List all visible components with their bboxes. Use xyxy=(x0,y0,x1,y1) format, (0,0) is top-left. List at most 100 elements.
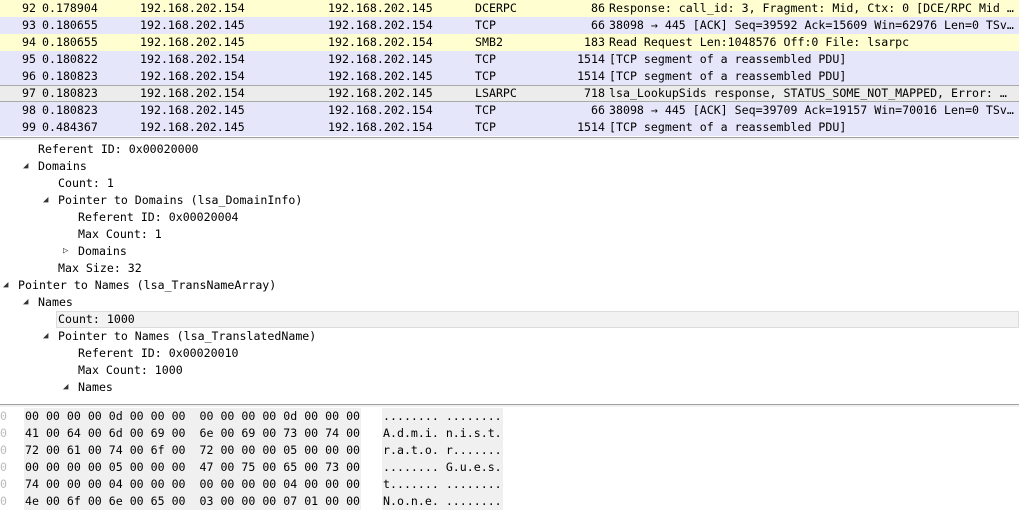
packet-proto: TCP xyxy=(475,69,496,83)
packet-time: 0.484367 xyxy=(42,120,98,134)
packet-no: 98 xyxy=(22,103,36,117)
tree-item[interactable]: ◢ Domains xyxy=(0,158,1019,175)
packet-len: 1514 xyxy=(577,69,605,83)
hex-bytes[interactable]: 00 00 00 00 05 00 00 00 47 00 75 00 65 0… xyxy=(24,459,362,476)
packet-src: 192.168.202.154 xyxy=(140,86,245,100)
pane-splitter-top[interactable] xyxy=(0,137,1019,140)
hex-row: 40 4e 00 6f 00 6e 00 65 00 03 00 00 00 07… xyxy=(0,493,1019,510)
packet-row[interactable]: 92 0.178904 192.168.202.154 192.168.202.145… xyxy=(0,0,1019,17)
packet-src: 192.168.202.154 xyxy=(140,52,245,66)
packet-len: 1514 xyxy=(577,52,605,66)
packet-src: 192.168.202.145 xyxy=(140,120,245,134)
hex-offset[interactable]: 00 xyxy=(0,425,7,442)
packet-row[interactable]: 95 0.180822 192.168.202.154 192.168.202.145… xyxy=(0,51,1019,68)
expanded-arrow-icon[interactable]: ◢ xyxy=(23,158,28,175)
packet-no: 99 xyxy=(22,120,36,134)
packet-proto: TCP xyxy=(475,52,496,66)
tree-item-label: Names xyxy=(78,380,113,394)
hex-bytes[interactable]: 41 00 64 00 6d 00 69 00 6e 00 69 00 73 0… xyxy=(24,425,362,442)
hex-bytes[interactable]: 74 00 00 00 04 00 00 00 00 00 00 00 04 0… xyxy=(24,476,362,493)
hex-offset[interactable]: 30 xyxy=(0,476,7,493)
packet-dst: 192.168.202.154 xyxy=(328,103,433,117)
expanded-arrow-icon[interactable]: ◢ xyxy=(43,328,48,345)
tree-item-label: Referent ID: 0x00020004 xyxy=(78,210,239,224)
packet-dst: 192.168.202.154 xyxy=(328,120,433,134)
packet-src: 192.168.202.154 xyxy=(140,69,245,83)
expanded-arrow-icon[interactable]: ◢ xyxy=(43,192,48,209)
tree-item[interactable]: Max Count: 1 xyxy=(0,226,1019,243)
hex-row: 30 74 00 00 00 04 00 00 00 00 00 00 00 04… xyxy=(0,476,1019,493)
packet-row[interactable]: 99 0.484367 192.168.202.145 192.168.202.154… xyxy=(0,119,1019,136)
packet-dst: 192.168.202.145 xyxy=(328,69,433,83)
packet-no: 95 xyxy=(22,52,36,66)
hex-bytes[interactable]: 4e 00 6f 00 6e 00 65 00 03 00 00 00 07 0… xyxy=(24,493,362,510)
hex-ascii[interactable]: A.d.m.i. n.i.s.t. xyxy=(382,425,503,442)
tree-item-label: Names xyxy=(38,295,73,309)
packet-len: 86 xyxy=(591,1,605,15)
tree-item[interactable]: ◢ Pointer to Names (lsa_TranslatedName) xyxy=(0,328,1019,345)
hex-row: 20 00 00 00 00 05 00 00 00 47 00 75 00 65… xyxy=(0,459,1019,476)
tree-item-label: Max Count: 1000 xyxy=(78,363,183,377)
hex-offset[interactable]: F0 xyxy=(0,408,7,425)
packet-info: [TCP segment of a reassembled PDU] xyxy=(609,52,847,66)
packet-proto: TCP xyxy=(475,18,496,32)
hex-offset[interactable]: 10 xyxy=(0,442,7,459)
packet-src: 192.168.202.145 xyxy=(140,18,245,32)
expanded-arrow-icon[interactable]: ◢ xyxy=(63,379,68,396)
packet-time: 0.178904 xyxy=(42,1,98,15)
packet-time: 0.180655 xyxy=(42,35,98,49)
hex-ascii[interactable]: N.o.n.e. ........ xyxy=(382,493,503,510)
packet-row[interactable]: 93 0.180655 192.168.202.145 192.168.202.154… xyxy=(0,17,1019,34)
tree-item[interactable]: ◢ Pointer to Domains (lsa_DomainInfo) xyxy=(0,192,1019,209)
packet-proto: TCP xyxy=(475,103,496,117)
packet-row[interactable]: 96 0.180823 192.168.202.154 192.168.202.145… xyxy=(0,68,1019,85)
packet-bytes-pane[interactable]: F0 00 00 00 00 0d 00 00 00 00 00 00 00 0d… xyxy=(0,408,1019,510)
tree-item-label: Referent ID: 0x00020010 xyxy=(78,346,239,360)
pane-splitter-bottom[interactable] xyxy=(0,404,1019,407)
packet-time: 0.180823 xyxy=(42,103,98,117)
packet-proto: TCP xyxy=(475,120,496,134)
hex-offset[interactable]: 40 xyxy=(0,493,7,510)
hex-ascii[interactable]: r.a.t.o. r....... xyxy=(382,442,503,459)
packet-details-tree[interactable]: Referent ID: 0x00020000 ◢ Domains Count: 1 ◢… xyxy=(0,141,1019,404)
hex-bytes[interactable]: 72 00 61 00 74 00 6f 00 72 00 00 00 05 0… xyxy=(24,442,362,459)
packet-no: 94 xyxy=(22,35,36,49)
packet-dst: 192.168.202.145 xyxy=(328,52,433,66)
expanded-arrow-icon[interactable]: ◢ xyxy=(23,294,28,311)
tree-item[interactable]: Count: 1 xyxy=(0,175,1019,192)
tree-item[interactable]: Referent ID: 0x00020000 xyxy=(0,141,1019,158)
tree-item[interactable]: ◢ Names xyxy=(0,294,1019,311)
packet-row[interactable]: 94 0.180655 192.168.202.145 192.168.202.154… xyxy=(0,34,1019,51)
tree-item[interactable]: ◢ Names xyxy=(0,379,1019,396)
packet-dst: 192.168.202.154 xyxy=(328,35,433,49)
tree-item-label: Referent ID: 0x00020000 xyxy=(38,142,199,156)
hex-ascii[interactable]: ........ ........ xyxy=(382,408,503,425)
tree-item[interactable]: Max Count: 1000 xyxy=(0,362,1019,379)
tree-item[interactable]: Referent ID: 0x00020010 xyxy=(0,345,1019,362)
packet-row[interactable]: 97 0.180823 192.168.202.154 192.168.202.145… xyxy=(0,85,1019,102)
tree-item[interactable]: Referent ID: 0x00020004 xyxy=(0,209,1019,226)
tree-item-label: Pointer to Names (lsa_TransNameArray) xyxy=(18,278,277,292)
packet-list[interactable]: 92 0.178904 192.168.202.154 192.168.202.145… xyxy=(0,0,1019,137)
hex-ascii[interactable]: ........ G.u.e.s. xyxy=(382,459,503,476)
tree-item[interactable]: ▷ Domains xyxy=(0,243,1019,260)
tree-item-label: Pointer to Names (lsa_TranslatedName) xyxy=(58,329,317,343)
packet-no: 97 xyxy=(22,86,36,100)
collapsed-arrow-icon[interactable]: ▷ xyxy=(63,243,68,260)
hex-bytes[interactable]: 00 00 00 00 0d 00 00 00 00 00 00 00 0d 0… xyxy=(24,408,362,425)
tree-item-label: Pointer to Domains (lsa_DomainInfo) xyxy=(58,193,303,207)
packet-row[interactable]: 98 0.180823 192.168.202.145 192.168.202.154… xyxy=(0,102,1019,119)
expanded-arrow-icon[interactable]: ◢ xyxy=(3,277,8,294)
tree-item[interactable]: ◢ Pointer to Names (lsa_TransNameArray) xyxy=(0,277,1019,294)
hex-ascii[interactable]: t....... ........ xyxy=(382,476,503,493)
packet-len: 718 xyxy=(584,86,605,100)
tree-item[interactable]: Max Size: 32 xyxy=(0,260,1019,277)
packet-no: 93 xyxy=(22,18,36,32)
hex-row: 00 41 00 64 00 6d 00 69 00 6e 00 69 00 73… xyxy=(0,425,1019,442)
packet-no: 92 xyxy=(22,1,36,15)
tree-item-label: Max Count: 1 xyxy=(78,227,162,241)
tree-item[interactable]: Count: 1000 xyxy=(56,311,1019,328)
hex-offset[interactable]: 20 xyxy=(0,459,7,476)
packet-src: 192.168.202.145 xyxy=(140,35,245,49)
hex-row: F0 00 00 00 00 0d 00 00 00 00 00 00 00 0d… xyxy=(0,408,1019,425)
